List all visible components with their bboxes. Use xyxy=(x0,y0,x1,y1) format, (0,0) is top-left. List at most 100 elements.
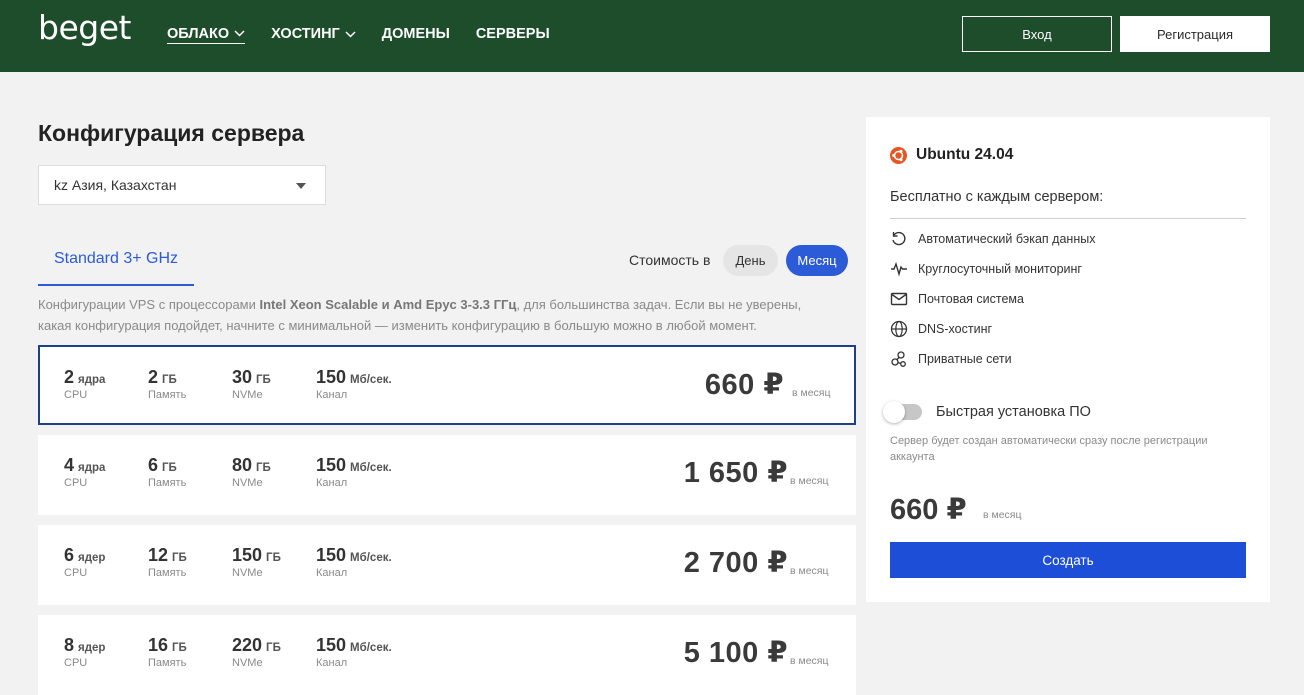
free-features-title: Бесплатно с каждым сервером: xyxy=(890,189,1104,205)
quick-install-toggle[interactable]: Быстрая установка ПО xyxy=(883,401,1091,423)
spec-value: 150 xyxy=(316,545,347,565)
spec-unit: ядер xyxy=(78,552,106,564)
cost-period-label: Стоимость в xyxy=(629,252,711,268)
chevron-down-icon xyxy=(345,30,356,38)
spec-disk: 150 ГБ NVMe xyxy=(232,545,281,579)
nav-item-cloud[interactable]: ОБЛАКО xyxy=(167,24,246,44)
order-summary-panel: Ubuntu 24.04 Бесплатно с каждым сервером… xyxy=(866,117,1270,602)
spec-value: 80 xyxy=(232,455,253,475)
spec-unit: ГБ xyxy=(266,642,281,654)
spec-value: 2 xyxy=(64,367,75,387)
spec-label: NVMe xyxy=(232,389,263,401)
plans-description: Конфигурации VPS с процессорами Intel Xe… xyxy=(38,294,838,336)
feature-item: Приватные сети xyxy=(890,350,1012,368)
login-button[interactable]: Вход xyxy=(962,16,1112,52)
feature-label: Круглосуточный мониторинг xyxy=(918,262,1082,276)
period-month-button[interactable]: Месяц xyxy=(786,245,848,276)
summary-price: 660 ₽ xyxy=(890,494,967,526)
spec-label: Канал xyxy=(316,477,348,489)
plan-period: в месяц xyxy=(790,475,829,487)
tab-standard[interactable]: Standard 3+ GHz xyxy=(38,240,194,286)
spec-value: 6 xyxy=(148,455,159,475)
plan-card[interactable]: 4 ядра CPU 6 ГБ Память 80 ГБ NVMe 150 Мб/сек. Ка… xyxy=(38,435,856,515)
spec-cpu: 6 ядер CPU xyxy=(64,545,105,579)
spec-unit: ядра xyxy=(78,374,106,386)
plan-period: в месяц xyxy=(790,565,829,577)
feature-item: Почтовая система xyxy=(890,290,1024,308)
nav-item-label: ДОМЕНЫ xyxy=(381,26,450,42)
plan-price: 2 700 ₽ xyxy=(683,547,788,579)
feature-item: Автоматический бэкап данных xyxy=(890,230,1095,248)
toggle-knob xyxy=(883,401,905,423)
plan-period: в месяц xyxy=(790,655,829,667)
plan-price: 660 ₽ xyxy=(704,369,784,401)
spec-unit: ГБ xyxy=(266,552,281,564)
nav-item-servers[interactable]: СЕРВЕРЫ xyxy=(476,24,550,44)
spec-unit: Мб/сек. xyxy=(350,374,392,386)
nav-item-label: СЕРВЕРЫ xyxy=(475,26,550,42)
spec-label: NVMe xyxy=(232,567,263,579)
os-selection[interactable]: Ubuntu 24.04 xyxy=(890,146,1013,164)
feature-item: DNS-хостинг xyxy=(890,320,992,338)
spec-unit: ГБ xyxy=(172,552,187,564)
region-select[interactable]: kz Азия, Казахстан xyxy=(38,165,326,205)
spec-label: Память xyxy=(148,389,187,401)
feature-label: DNS-хостинг xyxy=(918,322,993,336)
spec-value: 150 xyxy=(232,545,263,565)
caret-down-icon xyxy=(296,183,306,189)
nav-item-hosting[interactable]: ХОСТИНГ xyxy=(271,24,356,44)
feature-item: Круглосуточный мониторинг xyxy=(890,260,1082,278)
top-header: beget ОБЛАКО ХОСТИНГ ДОМЕНЫ СЕРВЕРЫ Вход… xyxy=(0,0,1304,72)
spec-label: NVMe xyxy=(232,477,263,489)
nav-item-domains[interactable]: ДОМЕНЫ xyxy=(382,24,450,44)
spec-unit: Мб/сек. xyxy=(350,462,392,474)
spec-cpu: 2 ядра CPU xyxy=(64,367,105,401)
spec-unit: ГБ xyxy=(162,374,177,386)
spec-value: 4 xyxy=(64,455,75,475)
feature-label: Автоматический бэкап данных xyxy=(918,232,1096,246)
spec-unit: Мб/сек. xyxy=(350,552,392,564)
spec-disk: 80 ГБ NVMe xyxy=(232,455,271,489)
spec-unit: ядер xyxy=(78,642,106,654)
spec-value: 8 xyxy=(64,635,75,655)
spec-network: 150 Мб/сек. Канал xyxy=(316,635,392,669)
spec-value: 2 xyxy=(148,367,159,387)
spec-value: 6 xyxy=(64,545,75,565)
spec-label: NVMe xyxy=(232,657,263,669)
spec-ram: 16 ГБ Память xyxy=(148,635,187,669)
plan-card[interactable]: 8 ядер CPU 16 ГБ Память 220 ГБ NVMe 150 Мб/сек.… xyxy=(38,615,856,695)
spec-value: 150 xyxy=(316,635,347,655)
divider xyxy=(890,218,1246,219)
plan-card[interactable]: 6 ядер CPU 12 ГБ Память 150 ГБ NVMe 150 Мб/сек.… xyxy=(38,525,856,605)
region-select-value: kz Азия, Казахстан xyxy=(54,177,177,193)
spec-disk: 30 ГБ NVMe xyxy=(232,367,271,401)
spec-network: 150 Мб/сек. Канал xyxy=(316,455,392,489)
globe-icon xyxy=(890,320,908,338)
spec-label: Канал xyxy=(316,657,348,669)
beget-logo[interactable]: beget xyxy=(38,8,131,47)
period-day-button[interactable]: День xyxy=(723,245,778,276)
spec-ram: 6 ГБ Память xyxy=(148,455,186,489)
spec-label: Канал xyxy=(316,389,348,401)
spec-label: Память xyxy=(148,567,187,579)
create-button[interactable]: Создать xyxy=(890,542,1246,578)
description-text: Конфигурации VPS с процессорами xyxy=(38,297,260,312)
spec-label: CPU xyxy=(64,657,88,669)
spec-unit: ГБ xyxy=(172,642,187,654)
spec-ram: 2 ГБ Память xyxy=(148,367,186,401)
spec-label: Память xyxy=(148,657,187,669)
toggle-label: Быстрая установка ПО xyxy=(936,404,1091,420)
plan-period: в месяц xyxy=(792,387,831,399)
spec-label: CPU xyxy=(64,389,88,401)
chevron-down-icon xyxy=(234,30,245,37)
toggle-switch[interactable] xyxy=(883,401,922,423)
mail-icon xyxy=(890,292,908,306)
spec-value: 12 xyxy=(148,545,169,565)
spec-ram: 12 ГБ Память xyxy=(148,545,187,579)
toggle-note: Сервер будет создан автоматически сразу … xyxy=(890,435,1208,463)
plan-card[interactable]: 2 ядра CPU 2 ГБ Память 30 ГБ NVMe 150 Мб/сек. Ка… xyxy=(38,345,856,425)
register-button[interactable]: Регистрация xyxy=(1120,16,1270,52)
spec-cpu: 8 ядер CPU xyxy=(64,635,105,669)
spec-unit: ГБ xyxy=(256,374,271,386)
plan-price: 5 100 ₽ xyxy=(683,637,788,669)
